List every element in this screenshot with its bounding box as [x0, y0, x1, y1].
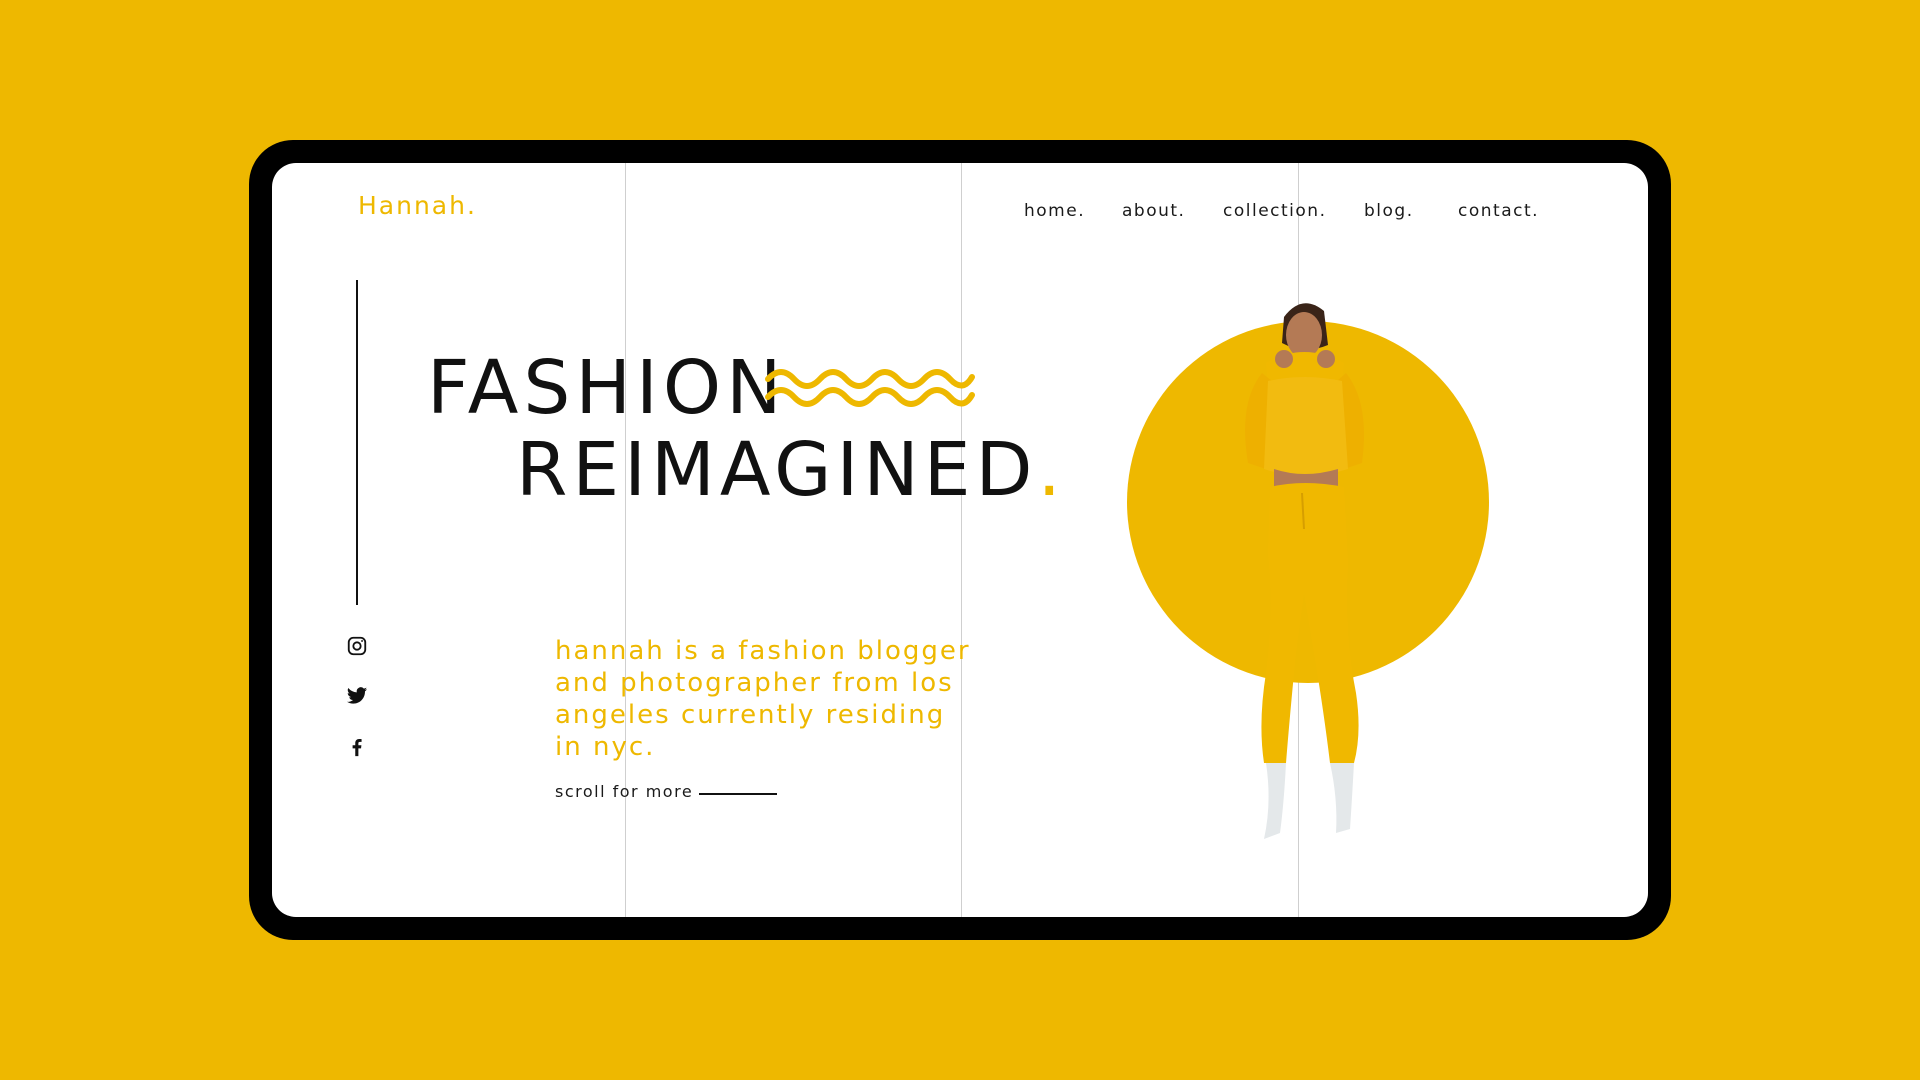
grid-line [961, 163, 962, 917]
headline-line-1: FASHION [427, 345, 787, 431]
facebook-icon[interactable] [346, 736, 368, 758]
nav-blog[interactable]: blog. [1364, 201, 1414, 221]
nav-about[interactable]: about. [1122, 201, 1185, 221]
vertical-accent-line [356, 280, 358, 605]
twitter-icon[interactable] [346, 685, 368, 707]
grid-line [625, 163, 626, 917]
instagram-icon[interactable] [346, 635, 368, 657]
headline-accent-dot: . [1037, 427, 1066, 513]
nav-contact[interactable]: contact. [1458, 201, 1539, 221]
headline-line-2: REIMAGINED. [516, 433, 1066, 507]
hero-tagline: hannah is a fashion blogger and photogra… [555, 636, 971, 762]
scroll-indicator-line [699, 793, 777, 795]
nav-collection[interactable]: collection. [1223, 201, 1326, 221]
model-photo [1245, 303, 1364, 839]
wave-decoration-icon [765, 369, 975, 407]
website-screen: Hannah. home. about. collection. blog. c… [272, 163, 1648, 917]
scroll-for-more-link[interactable]: scroll for more [555, 782, 693, 801]
nav-home[interactable]: home. [1024, 201, 1085, 221]
headline-line-2-text: REIMAGINED [516, 427, 1038, 513]
main-nav: home. about. collection. blog. contact. [272, 201, 1648, 227]
